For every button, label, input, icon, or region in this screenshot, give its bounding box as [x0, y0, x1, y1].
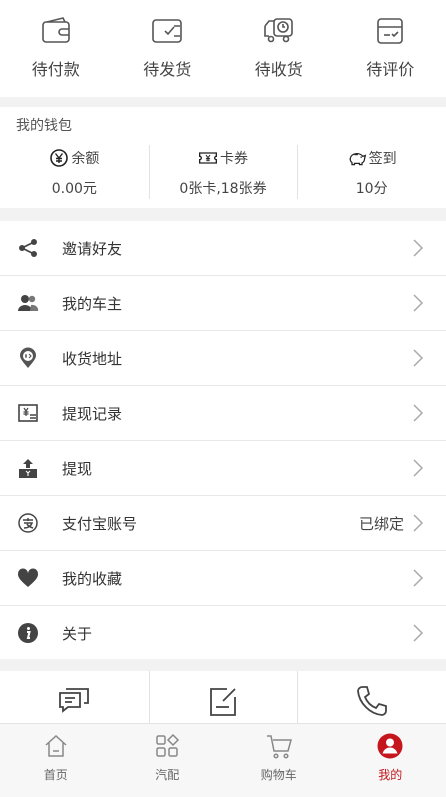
- alipay-bound-status: 已绑定: [359, 513, 404, 534]
- menu-label: 提现: [62, 458, 412, 479]
- wallet-checkin[interactable]: 签到 10分: [297, 143, 446, 203]
- menu-label: 邀请好友: [62, 238, 412, 259]
- chevron-right-icon: [412, 403, 424, 423]
- menu-label: 收货地址: [62, 348, 412, 369]
- menu-about[interactable]: 关于: [0, 606, 446, 660]
- menu-label: 我的车主: [62, 293, 412, 314]
- tab-label: 购物车: [261, 766, 297, 783]
- phone-icon: [354, 683, 390, 719]
- tab-cart[interactable]: 购物车: [223, 724, 335, 797]
- menu-label: 关于: [62, 623, 412, 644]
- alipay-icon: [17, 512, 39, 534]
- settings-menu: 邀请好友 我的车主 收货地址: [0, 221, 446, 659]
- delivery-truck-icon: [262, 14, 296, 48]
- location-pin-icon: [17, 347, 39, 369]
- order-label: 待发货: [143, 56, 191, 80]
- tab-label: 我的: [378, 766, 402, 783]
- order-label: 待评价: [366, 56, 414, 80]
- home-icon: [42, 732, 70, 760]
- wallet-balance-value: 0.00元: [52, 178, 97, 198]
- order-label: 待付款: [32, 56, 80, 80]
- wallet-balance[interactable]: 余额 0.00元: [0, 143, 149, 203]
- wallet-cards[interactable]: 卡券 0张卡,18张券: [149, 143, 298, 203]
- categories-icon: [153, 732, 181, 760]
- order-status-bar: 待付款 待发货 待收货 待评价: [0, 0, 446, 97]
- yen-coin-icon: [49, 148, 69, 168]
- wallet-panel: 我的钱包 余额 0.00元 卡券 0张卡,18张券: [0, 107, 446, 208]
- review-box-icon: [373, 14, 407, 48]
- chevron-right-icon: [412, 348, 424, 368]
- wallet-checkin-value: 10分: [356, 178, 388, 198]
- wallet-balance-label: 余额: [71, 148, 99, 168]
- piggy-bank-icon: [347, 148, 367, 168]
- edit-note-icon: [205, 683, 241, 719]
- chevron-right-icon: [412, 623, 424, 643]
- order-pending-receipt[interactable]: 待收货: [223, 0, 335, 97]
- order-label: 待收货: [255, 56, 303, 80]
- chevron-right-icon: [412, 458, 424, 478]
- order-pending-shipment[interactable]: 待发货: [112, 0, 224, 97]
- menu-alipay-account[interactable]: 支付宝账号 已绑定: [0, 496, 446, 551]
- profile-icon: [376, 732, 404, 760]
- wallet-icon: [39, 14, 73, 48]
- users-icon: [17, 292, 39, 314]
- wallet-checkin-label: 签到: [369, 148, 397, 168]
- wallet-cards-value: 0张卡,18张券: [179, 178, 266, 198]
- quick-edit-button[interactable]: [149, 671, 298, 723]
- chevron-right-icon: [412, 293, 424, 313]
- chevron-right-icon: [412, 513, 424, 533]
- bottom-tab-bar: 首页 汽配 购物车 我的: [0, 723, 446, 797]
- order-pending-review[interactable]: 待评价: [335, 0, 446, 97]
- heart-icon: [17, 567, 39, 589]
- menu-label: 支付宝账号: [62, 513, 359, 534]
- info-icon: [17, 622, 39, 644]
- menu-withdrawal-records[interactable]: 提现记录: [0, 386, 446, 441]
- menu-withdraw[interactable]: 提现: [0, 441, 446, 496]
- tab-label: 首页: [44, 766, 68, 783]
- tab-profile[interactable]: 我的: [335, 724, 446, 797]
- shipment-icon: [150, 14, 184, 48]
- menu-my-car-owners[interactable]: 我的车主: [0, 276, 446, 331]
- wallet-cards-label: 卡券: [220, 148, 248, 168]
- wallet-title: 我的钱包: [16, 115, 72, 135]
- ticket-icon: [198, 148, 218, 168]
- menu-my-favorites[interactable]: 我的收藏: [0, 551, 446, 606]
- tab-home[interactable]: 首页: [0, 724, 112, 797]
- menu-shipping-address[interactable]: 收货地址: [0, 331, 446, 386]
- order-pending-payment[interactable]: 待付款: [0, 0, 112, 97]
- tab-label: 汽配: [155, 766, 179, 783]
- withdraw-icon: [17, 457, 39, 479]
- menu-invite-friends[interactable]: 邀请好友: [0, 221, 446, 276]
- message-icon: [56, 683, 92, 719]
- quick-actions-bar: [0, 671, 446, 723]
- withdraw-record-icon: [17, 402, 39, 424]
- tab-auto-parts[interactable]: 汽配: [112, 724, 224, 797]
- cart-icon: [265, 732, 293, 760]
- menu-label: 我的收藏: [62, 568, 412, 589]
- menu-label: 提现记录: [62, 403, 412, 424]
- chevron-right-icon: [412, 238, 424, 258]
- quick-phone-button[interactable]: [297, 671, 446, 723]
- share-icon: [17, 237, 39, 259]
- quick-message-button[interactable]: [0, 671, 149, 723]
- chevron-right-icon: [412, 568, 424, 588]
